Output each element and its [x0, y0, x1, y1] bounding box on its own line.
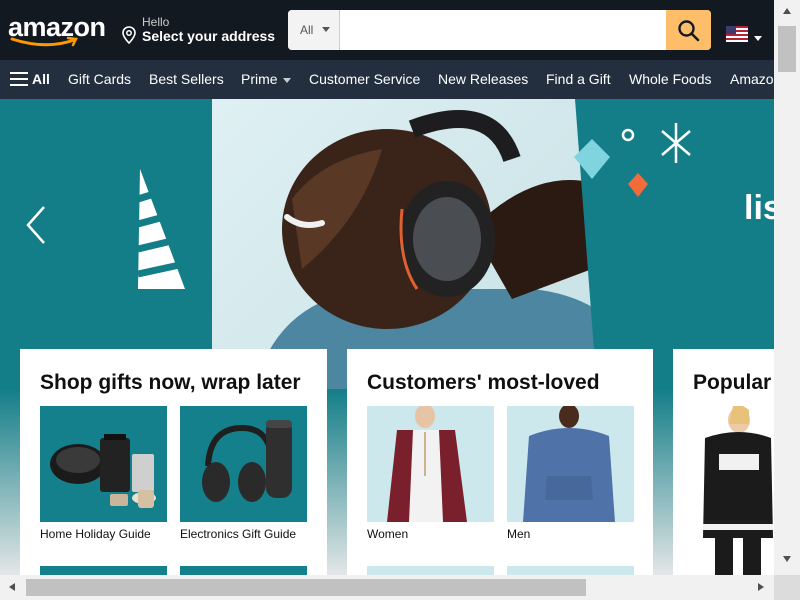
scroll-up-arrow-icon[interactable]	[783, 8, 791, 14]
women-image	[367, 406, 494, 522]
nav-find-a-gift[interactable]: Find a Gift	[546, 70, 611, 88]
man-hoodie-image	[523, 406, 615, 522]
amazon-logo[interactable]: amazon	[8, 12, 108, 52]
electronics-image	[180, 406, 307, 522]
tile-caption: Home Holiday Guide	[40, 527, 151, 541]
scroll-right-arrow-icon[interactable]	[758, 583, 764, 591]
top-header: amazon Hello Select your address All	[0, 0, 774, 60]
tile-home-holiday-guide[interactable]: Home Holiday Guide	[40, 406, 167, 541]
scroll-down-arrow-icon[interactable]	[783, 556, 791, 562]
party-hat-decoration-icon	[136, 169, 185, 289]
nav-best-sellers[interactable]: Best Sellers	[149, 70, 224, 88]
search-category-label: All	[300, 23, 314, 37]
nav-new-releases[interactable]: New Releases	[438, 70, 528, 88]
tile-caption: Men	[507, 527, 531, 541]
search-category-dropdown[interactable]: All	[288, 10, 340, 50]
vertical-scroll-thumb[interactable]	[778, 26, 796, 72]
hamburger-menu-icon[interactable]	[10, 72, 28, 86]
caret-down-icon	[754, 36, 762, 41]
scrollbar-corner	[774, 575, 800, 600]
card-title: Customers' most-loved	[367, 371, 600, 394]
address-select: Select your address	[142, 28, 276, 44]
search-button[interactable]	[666, 10, 711, 50]
carousel-previous-arrow-icon[interactable]	[22, 203, 52, 247]
nav-gift-cards[interactable]: Gift Cards	[68, 70, 131, 88]
nav-whole-foods[interactable]: Whole Foods	[629, 70, 711, 88]
vertical-scrollbar[interactable]	[774, 0, 800, 575]
card-customers-most-loved: Customers' most-loved Women Men	[347, 349, 653, 575]
search-icon	[678, 20, 700, 42]
tile-partial[interactable]	[40, 566, 167, 575]
location-pin-icon	[122, 26, 136, 44]
card-shop-gifts: Shop gifts now, wrap later Home Holiday …	[20, 349, 327, 575]
us-flag-icon	[726, 26, 748, 42]
woman-hoodie-image	[703, 404, 773, 575]
headphones-and-speaker-image	[202, 420, 292, 502]
horizontal-scroll-thumb[interactable]	[26, 579, 586, 596]
home-appliances-image	[50, 434, 156, 508]
nav-customer-service[interactable]: Customer Service	[309, 70, 420, 88]
card-popular: Popular	[673, 349, 774, 575]
horizontal-scrollbar[interactable]	[0, 575, 774, 600]
tile-partial[interactable]	[180, 566, 307, 575]
tile-electronics-gift-guide[interactable]: Electronics Gift Guide	[180, 406, 307, 541]
woman-cardigan-image	[387, 406, 467, 522]
nav-prime-label: Prime	[241, 71, 278, 87]
hero-text: lis	[744, 189, 774, 227]
address-hello: Hello	[142, 15, 170, 29]
nav-bar: All Gift Cards Best Sellers Prime Custom…	[0, 60, 774, 99]
tile-partial[interactable]	[367, 566, 494, 575]
tile-caption: Women	[367, 527, 409, 541]
tile-partial[interactable]	[507, 566, 634, 575]
caret-down-icon	[322, 27, 330, 32]
smile-arrow-icon	[10, 36, 78, 47]
card-title: Popular	[693, 371, 772, 394]
card-title: Shop gifts now, wrap later	[40, 371, 301, 394]
caret-down-icon	[282, 77, 291, 83]
tile-women[interactable]: Women	[367, 406, 494, 541]
delivery-address[interactable]: Hello Select your address	[122, 14, 282, 48]
home-holiday-image	[40, 406, 167, 522]
men-image	[507, 406, 634, 522]
language-selector[interactable]	[726, 26, 764, 42]
search-bar: All	[288, 10, 711, 50]
nav-all[interactable]: All	[32, 70, 50, 88]
scroll-left-arrow-icon[interactable]	[9, 583, 15, 591]
confetti-decoration-icon	[574, 123, 691, 197]
tile-men[interactable]: Men	[507, 406, 634, 541]
tile-caption: Electronics Gift Guide	[180, 527, 297, 541]
nav-prime[interactable]: Prime	[241, 70, 291, 88]
nav-amazon[interactable]: Amazon	[730, 70, 774, 88]
popular-product-image[interactable]	[693, 404, 774, 575]
search-input[interactable]	[340, 10, 666, 50]
